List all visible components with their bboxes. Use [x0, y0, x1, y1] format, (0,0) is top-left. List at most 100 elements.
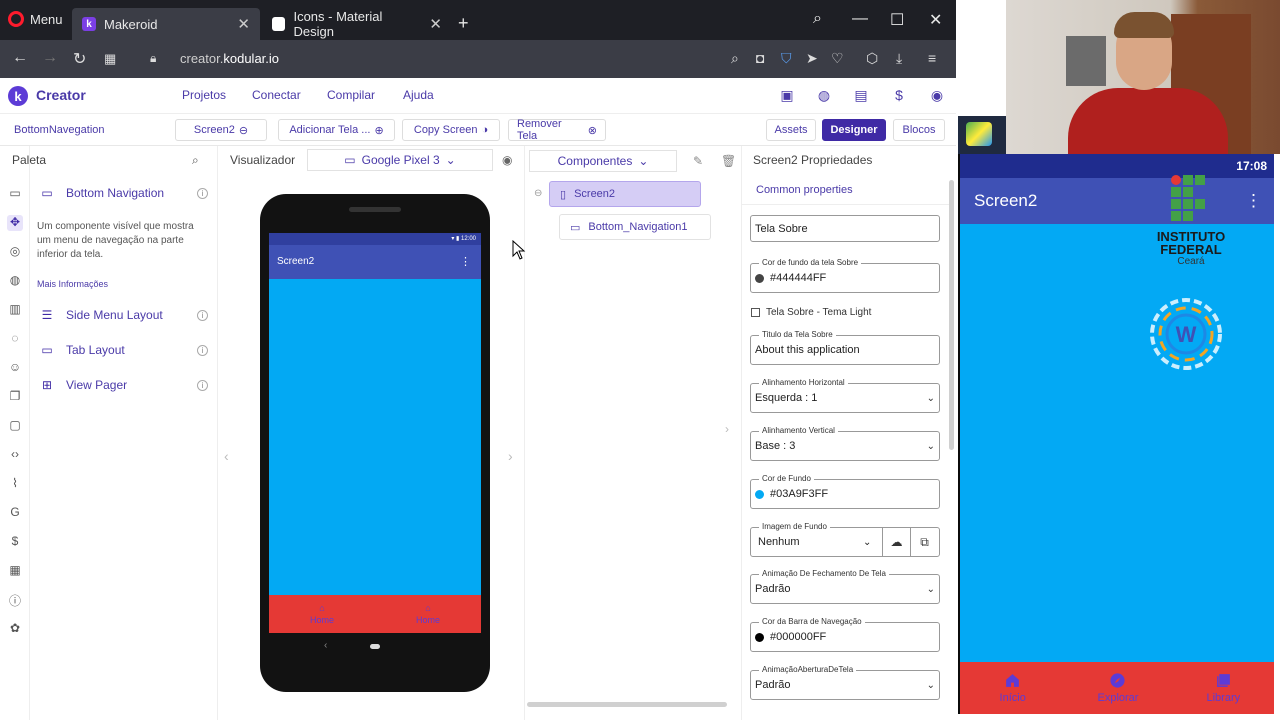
- rename-icon[interactable]: ✎: [693, 154, 703, 168]
- copy-screen-button[interactable]: Copy Screen ◑: [402, 119, 500, 141]
- more-info-link[interactable]: Mais Informações: [37, 279, 108, 289]
- background-color-field[interactable]: Cor de Fundo #03A9F3FF: [750, 474, 940, 509]
- download-icon[interactable]: ⤓: [896, 50, 902, 67]
- about-title-field[interactable]: Titulo da Tela Sobre About this applicat…: [750, 330, 940, 365]
- info-icon[interactable]: i: [197, 187, 208, 199]
- shield-icon[interactable]: ⛉: [781, 50, 792, 67]
- find-icon[interactable]: ⌕: [731, 50, 739, 67]
- info-icon[interactable]: i: [197, 309, 208, 321]
- about-bg-color-field[interactable]: Cor de fundo da tela Sobre #444444FF: [750, 258, 940, 293]
- emulator-bottom-navigation[interactable]: Início Explorar Library: [960, 662, 1274, 714]
- tree-node-bottom-navigation1[interactable]: ▭ Bottom_Navigation1: [559, 214, 711, 240]
- tree-node-screen2[interactable]: ▯ Screen2: [549, 181, 701, 207]
- close-animation-select[interactable]: Animação De Fechamento De Tela Padrão ⌄: [750, 569, 940, 604]
- back-icon[interactable]: ←: [12, 49, 28, 67]
- palette-item-view-pager[interactable]: ⊞ View Pager i: [38, 378, 208, 392]
- url-field[interactable]: creator.kodular.io: [180, 51, 279, 66]
- monetization-icon[interactable]: $: [7, 534, 23, 550]
- bottom-nav-item[interactable]: ⌂ Home: [375, 595, 481, 633]
- background-image-select[interactable]: Imagem de Fundo Nenhum ⌄ ☁ ⧉: [750, 522, 940, 557]
- camera-icon[interactable]: ◘: [756, 50, 764, 66]
- bottom-nav-item[interactable]: ⌂ Home: [269, 595, 375, 633]
- chevron-right-icon[interactable]: ›: [508, 448, 513, 464]
- upload-icon[interactable]: ☁: [882, 528, 910, 556]
- open-animation-select[interactable]: AnimaçãoAberturaDeTela Padrão ⌄: [750, 665, 940, 700]
- user-interface-icon[interactable]: ▭: [7, 186, 23, 202]
- close-window-icon[interactable]: ✕: [929, 10, 942, 30]
- horizontal-alignment-select[interactable]: Alinhamento Horizontal Esquerda : 1 ⌄: [750, 378, 940, 413]
- library-icon[interactable]: ▤: [852, 87, 870, 105]
- reload-icon[interactable]: ↻: [73, 49, 86, 69]
- drawing-icon[interactable]: ◍: [7, 273, 23, 289]
- dashboard-icon[interactable]: ▦: [7, 563, 23, 579]
- close-tab-icon[interactable]: ✕: [429, 15, 442, 33]
- folder-icon[interactable]: ▣: [778, 87, 796, 105]
- bluestacks-logo-icon[interactable]: [966, 122, 992, 146]
- menu-ajuda[interactable]: Ajuda: [403, 88, 434, 102]
- utilities-icon[interactable]: ▢: [7, 418, 23, 434]
- sensors-icon[interactable]: ◌: [7, 331, 23, 347]
- account-icon[interactable]: ◉: [928, 87, 946, 105]
- vertical-scrollbar[interactable]: [949, 180, 954, 450]
- phone-screen[interactable]: ▾ ▮ 12:00 Screen2 ⋮ ⌂ Home ⌂ Home: [269, 233, 481, 633]
- delete-icon[interactable]: 🗑︎: [721, 154, 736, 168]
- bottom-nav-item-library[interactable]: Library: [1171, 662, 1274, 714]
- palette-icon[interactable]: ◍: [815, 87, 833, 105]
- storage-icon[interactable]: ❐: [7, 389, 23, 405]
- hide-components-icon[interactable]: ◉: [502, 153, 512, 167]
- bottom-nav-item-inicio[interactable]: Início: [960, 662, 1065, 714]
- chevron-left-icon[interactable]: ‹: [224, 448, 229, 464]
- tab-material-icons[interactable]: Icons - Material Design ✕: [262, 8, 452, 40]
- device-selector[interactable]: ▭ Google Pixel 3 ⌄: [307, 149, 493, 171]
- forward-icon[interactable]: →: [42, 49, 58, 67]
- add-screen-button[interactable]: Adicionar Tela ... ⊕: [278, 119, 395, 141]
- designer-button[interactable]: Designer: [822, 119, 886, 141]
- screen-selector[interactable]: Screen2 ⊖: [175, 119, 267, 141]
- common-properties-link[interactable]: Common properties: [756, 184, 853, 196]
- info-icon[interactable]: i: [197, 379, 208, 391]
- google-icon[interactable]: G: [7, 505, 23, 521]
- code-icon[interactable]: ‹›: [7, 447, 23, 463]
- dollar-icon[interactable]: $: [890, 87, 908, 105]
- alert-icon[interactable]: ⓘ: [7, 592, 23, 608]
- menu-projetos[interactable]: Projetos: [182, 88, 226, 102]
- horizontal-scrollbar[interactable]: [527, 702, 727, 707]
- palette-item-side-menu-layout[interactable]: ☰ Side Menu Layout i: [38, 308, 208, 322]
- maps-icon[interactable]: ▥: [7, 302, 23, 318]
- tab-makeroid[interactable]: k Makeroid ✕: [72, 8, 260, 40]
- opera-menu-button[interactable]: Menu: [8, 11, 63, 27]
- close-tab-icon[interactable]: ✕: [237, 15, 250, 33]
- extension-icon[interactable]: ✿: [7, 621, 23, 637]
- about-light-checkbox[interactable]: Tela Sobre - Tema Light: [751, 307, 871, 318]
- social-icon[interactable]: ☺: [7, 360, 23, 376]
- overflow-menu-icon[interactable]: ⋮: [1245, 178, 1262, 224]
- remove-screen-button[interactable]: Remover Tela ⊗: [508, 118, 606, 142]
- assets-button[interactable]: Assets: [766, 119, 816, 141]
- send-icon[interactable]: ➤: [806, 50, 818, 67]
- open-external-icon[interactable]: ⧉: [910, 528, 938, 556]
- vertical-alignment-select[interactable]: Alinhamento Vertical Base : 3 ⌄: [750, 426, 940, 461]
- kodular-logo-icon[interactable]: k: [8, 86, 28, 106]
- rss-icon[interactable]: ⌇: [7, 476, 23, 492]
- palette-item-bottom-navigation[interactable]: ▭ Bottom Navigation i: [38, 186, 208, 200]
- collapse-icon[interactable]: ⊖: [534, 188, 542, 199]
- menu-conectar[interactable]: Conectar: [252, 88, 301, 102]
- heart-icon[interactable]: ♡: [831, 50, 844, 67]
- new-tab-icon[interactable]: +: [458, 13, 469, 34]
- easy-setup-icon[interactable]: ≡: [928, 50, 936, 66]
- about-screen-textarea[interactable]: Tela Sobre: [750, 215, 940, 242]
- search-icon[interactable]: ⌕: [192, 153, 199, 168]
- navbar-color-field[interactable]: Cor da Barra de Navegação #000000FF: [750, 617, 940, 652]
- checkbox-icon[interactable]: [751, 308, 760, 317]
- components-selector[interactable]: Componentes ⌄: [529, 150, 677, 172]
- palette-item-tab-layout[interactable]: ▭ Tab Layout i: [38, 343, 208, 357]
- minimize-icon[interactable]: —: [852, 10, 868, 28]
- chevron-right-icon[interactable]: ›: [725, 422, 729, 436]
- search-icon[interactable]: ⌕: [813, 10, 822, 28]
- media-icon[interactable]: ◎: [7, 244, 23, 260]
- bottom-nav-item-explorar[interactable]: Explorar: [1065, 662, 1170, 714]
- cube-icon[interactable]: ⬡: [866, 50, 878, 67]
- blocks-button[interactable]: Blocos: [893, 119, 945, 141]
- menu-compilar[interactable]: Compilar: [327, 88, 375, 102]
- speed-dial-icon[interactable]: ▦: [104, 51, 116, 67]
